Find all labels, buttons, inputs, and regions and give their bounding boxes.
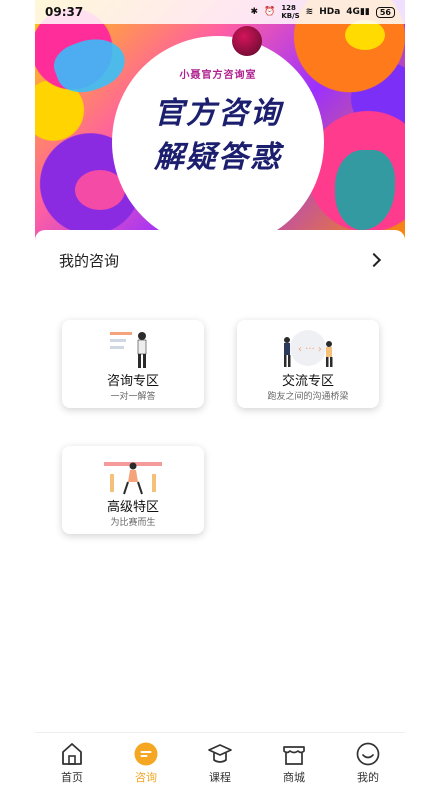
chat-icon (134, 742, 158, 766)
hd-indicator: HDa (319, 7, 341, 17)
banner-headline-1: 官方咨询 (154, 96, 282, 131)
svg-text:‹ ··· ›: ‹ ··· › (298, 344, 322, 355)
banner-circle: 小聂官方咨询室 官方咨询 解疑答惑 (112, 36, 324, 245)
banner-headline-2: 解疑答惑 (154, 140, 282, 175)
finish-line-illustration-icon (104, 462, 162, 495)
nav-label: 我的 (357, 771, 379, 784)
tile-title: 交流专区 (281, 374, 334, 389)
nav-label: 咨询 (135, 771, 157, 784)
tile-exchange-zone[interactable]: ‹ ··· › 交流专区 跑友之间的沟通桥梁 (237, 320, 379, 408)
consult-banner[interactable]: 小聂官方咨询室 官方咨询 解疑答惑 (35, 0, 405, 245)
nav-item-home[interactable]: 首页 (35, 733, 109, 790)
bottom-nav: 首页 咨询 课程 商城 我的 (35, 732, 405, 790)
network-speed: 128 KB/S (281, 4, 300, 20)
nav-item-course[interactable]: 课程 (183, 733, 257, 790)
app-screen: 小聂官方咨询室 官方咨询 解疑答惑 09:37 ✱ ⏰ 128 KB/S ≋ H… (35, 0, 405, 790)
nav-label: 课程 (209, 771, 231, 784)
home-icon (62, 743, 82, 765)
content-panel: 我的咨询 咨询专区 一对一解答 ‹ ··· › 交流专区 跑友之间的沟通桥梁 高… (35, 230, 405, 730)
smiley-face-icon (356, 742, 380, 766)
tile-subtitle: 跑友之间的沟通桥梁 (267, 392, 349, 402)
store-icon (283, 746, 305, 765)
conversation-illustration-icon: ‹ ··· › (284, 330, 333, 367)
status-bar: 09:37 ✱ ⏰ 128 KB/S ≋ HDa 4G▮▮ 56 (35, 0, 405, 24)
status-time: 09:37 (45, 5, 84, 19)
decor-ball (232, 26, 262, 56)
wifi-icon: ≋ (305, 7, 314, 17)
signal-icon: 4G▮▮ (346, 7, 370, 17)
tile-title: 高级特区 (106, 500, 159, 515)
nav-item-store[interactable]: 商城 (257, 733, 331, 790)
section-title: 我的咨询 (59, 251, 120, 270)
graduation-cap-icon (208, 744, 232, 763)
tile-premium-zone[interactable]: 高级特区 为比赛而生 (62, 446, 204, 534)
battery-icon: 56 (375, 6, 395, 18)
tile-subtitle: 为比赛而生 (110, 518, 156, 528)
nav-label: 首页 (61, 771, 83, 784)
status-icons: ✱ ⏰ 128 KB/S ≋ HDa 4G▮▮ 56 (251, 4, 395, 20)
decor-blob (335, 150, 395, 230)
signal-label: 4G (346, 7, 360, 17)
bluetooth-icon: ✱ (250, 7, 259, 17)
banner-subtitle: 小聂官方咨询室 (179, 70, 257, 81)
my-consult-header[interactable]: 我的咨询 (35, 240, 405, 280)
tile-consult-zone[interactable]: 咨询专区 一对一解答 (62, 320, 204, 408)
tile-subtitle: 一对一解答 (110, 392, 156, 402)
chevron-right-icon[interactable] (366, 252, 382, 268)
alarm-icon: ⏰ (264, 7, 276, 17)
decor-blob (345, 20, 385, 50)
nav-item-mine[interactable]: 我的 (331, 733, 405, 790)
nav-label: 商城 (283, 771, 305, 784)
tile-title: 咨询专区 (106, 374, 159, 389)
nav-item-consult[interactable]: 咨询 (109, 733, 183, 790)
consultant-illustration-icon (110, 332, 147, 368)
